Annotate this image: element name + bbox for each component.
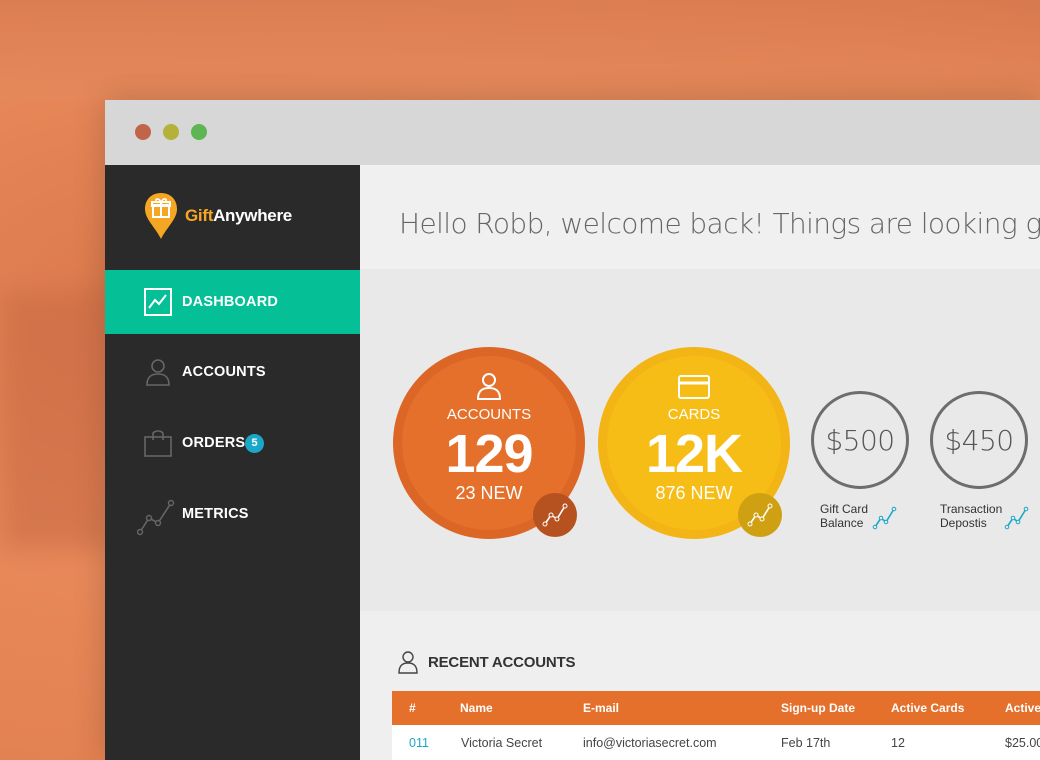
recent-accounts-title: RECENT ACCOUNTS (428, 654, 576, 671)
column-header-active-cards[interactable]: Active Cards (891, 691, 964, 725)
table-header: # Name E-mail Sign-up Date Active Cards … (392, 691, 1040, 725)
logo-text: GiftAnywhere (185, 206, 292, 226)
close-dot[interactable] (135, 124, 151, 140)
sidebar: GiftAnywhere DASHBOARD ACCOUNTS ORDERS 5 (105, 165, 360, 760)
sidebar-item-label: ORDERS (182, 435, 246, 451)
maximize-dot[interactable] (191, 124, 207, 140)
main-content: Hello Robb, welcome back! Things are loo… (360, 165, 1040, 760)
card-icon (678, 375, 710, 404)
stats-area: ACCOUNTS 129 23 NEW CARDS 12K 876 NEW $5… (360, 269, 1040, 611)
row-id-link[interactable]: 011 (409, 725, 429, 760)
user-icon (397, 650, 419, 679)
orders-count-badge: 5 (245, 433, 264, 453)
logo-text-anywhere: Anywhere (213, 206, 292, 225)
cards-stat-value: 12K (645, 424, 743, 484)
transaction-deposits-caption: Transaction Depostis (940, 502, 1002, 530)
cards-stat-title: CARDS (667, 406, 721, 423)
accounts-stat-title: ACCOUNTS (446, 406, 532, 423)
page-greeting: Hello Robb, welcome back! Things are loo… (399, 207, 1040, 240)
column-header-active[interactable]: Active (1005, 691, 1040, 725)
row-signup-date: Feb 17th (781, 736, 831, 750)
gift-card-balance-circle[interactable]: $500 (811, 391, 909, 489)
window-titlebar (105, 100, 1040, 165)
column-header-signup-date[interactable]: Sign-up Date (781, 691, 855, 725)
recent-accounts-section: RECENT ACCOUNTS # Name E-mail Sign-up Da… (360, 611, 1040, 760)
minimize-dot[interactable] (163, 124, 179, 140)
row-email: info@victoriasecret.com (583, 736, 717, 750)
logo-text-gift: Gift (185, 206, 214, 225)
accounts-stat-circle[interactable]: ACCOUNTS 129 23 NEW (393, 347, 585, 539)
row-active-cards: 12 (891, 736, 905, 750)
accounts-trend-button[interactable] (533, 493, 577, 537)
gift-card-balance-caption: Gift Card Balance (820, 502, 868, 530)
cards-stat-circle[interactable]: CARDS 12K 876 NEW (598, 347, 790, 539)
column-header-id[interactable]: # (409, 691, 416, 725)
chart-icon (143, 287, 173, 317)
bag-icon (143, 428, 173, 458)
sidebar-item-orders[interactable]: ORDERS 5 (105, 411, 360, 475)
sidebar-item-label: DASHBOARD (182, 294, 279, 310)
transaction-deposits-caption-line1: Transaction (940, 502, 1003, 516)
gift-card-trend-icon[interactable] (872, 505, 898, 536)
accounts-stat-value: 129 (445, 424, 533, 484)
table-row[interactable]: 011 Victoria Secret info@victoriasecret.… (392, 725, 1040, 760)
transaction-deposits-circle[interactable]: $450 (930, 391, 1028, 489)
transaction-trend-icon[interactable] (1004, 505, 1030, 536)
sidebar-item-dashboard[interactable]: DASHBOARD (105, 270, 360, 334)
metrics-icon (136, 499, 175, 536)
greeting-bar: Hello Robb, welcome back! Things are loo… (360, 165, 1040, 269)
sidebar-item-metrics[interactable]: METRICS (105, 482, 360, 546)
row-name: Victoria Secret (461, 736, 543, 750)
transaction-deposits-caption-line2: Depostis (940, 516, 987, 530)
gift-card-balance-caption-line1: Gift Card (820, 502, 869, 516)
sidebar-item-label: METRICS (182, 506, 249, 522)
app-window: GiftAnywhere DASHBOARD ACCOUNTS ORDERS 5 (105, 100, 1040, 760)
cards-trend-button[interactable] (738, 493, 782, 537)
gift-card-balance-caption-line2: Balance (820, 516, 864, 530)
user-icon (476, 372, 502, 405)
row-active: $25.00 (1005, 736, 1040, 750)
column-header-email[interactable]: E-mail (583, 691, 619, 725)
background-blur (0, 290, 110, 550)
logo[interactable]: GiftAnywhere (143, 191, 292, 241)
background-top (0, 0, 1040, 100)
recent-accounts-table: # Name E-mail Sign-up Date Active Cards … (392, 691, 1040, 760)
column-header-name[interactable]: Name (460, 691, 493, 725)
gift-pin-icon (143, 191, 179, 241)
sidebar-item-accounts[interactable]: ACCOUNTS (105, 340, 360, 404)
sidebar-item-label: ACCOUNTS (182, 364, 266, 380)
user-icon (143, 357, 173, 387)
